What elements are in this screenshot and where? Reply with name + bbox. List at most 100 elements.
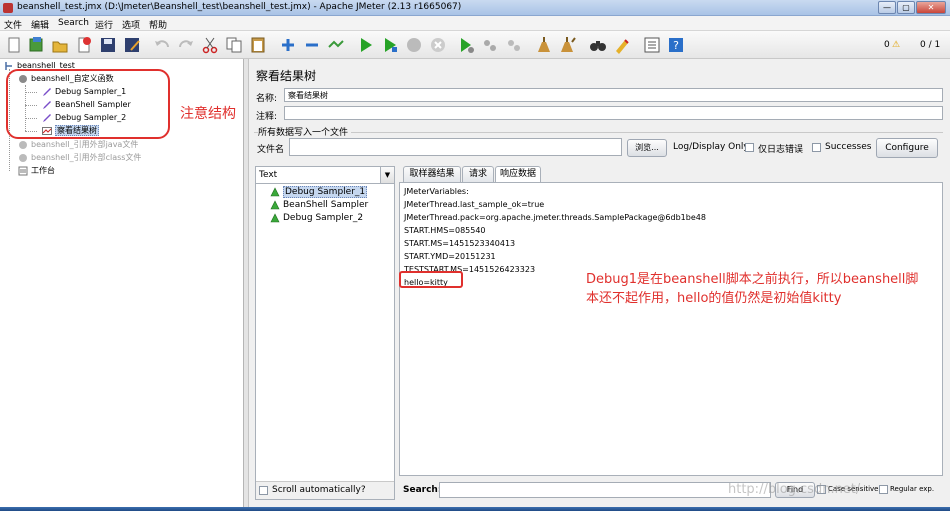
toggle-icon[interactable] xyxy=(326,35,346,55)
success-triangle-icon xyxy=(270,199,280,210)
errors-only-checkbox[interactable] xyxy=(745,143,754,152)
thread-group-icon xyxy=(18,140,28,150)
thread-count: 0 / 1 xyxy=(920,40,941,50)
window-title: beanshell_test.jmx (D:\Jmeter\Beanshell_… xyxy=(17,2,462,12)
tab-sampler-result[interactable]: 取样器结果 xyxy=(403,166,461,182)
warning-icon[interactable]: ⚠ xyxy=(892,40,900,50)
comment-label: 注释: xyxy=(256,112,278,122)
menu-help[interactable]: 帮助 xyxy=(149,18,167,31)
result-item-debug-sampler-1[interactable]: Debug Sampler_1 xyxy=(270,186,368,198)
page-title: 察看结果树 xyxy=(256,69,317,83)
svg-text:?: ? xyxy=(673,39,679,52)
undo-icon[interactable] xyxy=(152,35,172,55)
regular-exp-checkbox[interactable] xyxy=(879,485,888,494)
close-file-icon[interactable] xyxy=(74,35,94,55)
thread-group-icon xyxy=(18,153,28,163)
help-icon[interactable]: ? xyxy=(666,35,686,55)
warning-count: 0 xyxy=(884,40,890,50)
comment-field[interactable] xyxy=(284,106,943,120)
response-line: JMeterThread.last_sample_ok=true xyxy=(404,200,545,209)
menu-edit[interactable]: 编辑 xyxy=(31,18,49,31)
result-tabs: 取样器结果 请求 响应数据 JMeterVariables: JMeterThr… xyxy=(399,166,943,500)
maximize-button[interactable]: ▢ xyxy=(897,1,915,14)
paste-icon[interactable] xyxy=(248,35,268,55)
new-icon[interactable] xyxy=(4,35,24,55)
response-annotation: Debug1是在beanshell脚本之前执行，所以beanshell脚本还不起… xyxy=(586,272,919,306)
tree-item-java-file[interactable]: beanshell_引用外部java文件 xyxy=(18,139,138,151)
search-binoculars-icon[interactable] xyxy=(588,35,608,55)
log-display-label: Log/Display Only: xyxy=(673,142,752,152)
start-icon[interactable] xyxy=(356,35,376,55)
response-line: JMeterVariables: xyxy=(404,187,469,196)
annotation-box xyxy=(6,69,170,139)
menu-run[interactable]: 运行 xyxy=(95,18,113,31)
successes-checkbox[interactable] xyxy=(812,143,821,152)
clear-icon[interactable] xyxy=(534,35,554,55)
collapse-icon[interactable] xyxy=(302,35,322,55)
copy-icon[interactable] xyxy=(224,35,244,55)
view-results-tree-panel: 察看结果树 名称: 察看结果树 注释: 所有数据写入一个文件 文件名 浏览...… xyxy=(249,59,950,507)
minimize-button[interactable]: — xyxy=(878,1,896,14)
os-taskbar xyxy=(0,507,950,511)
menu-bar: 文件 编辑 Search 运行 选项 帮助 xyxy=(0,16,950,31)
response-data-area[interactable]: JMeterVariables: JMeterThread.last_sampl… xyxy=(399,182,943,476)
save-as-icon[interactable] xyxy=(122,35,142,55)
redo-icon[interactable] xyxy=(176,35,196,55)
search-label: Search: xyxy=(403,485,442,495)
response-line: START.HMS=085540 xyxy=(404,226,486,235)
response-line: START.YMD=20151231 xyxy=(404,252,496,261)
menu-file[interactable]: 文件 xyxy=(4,18,22,31)
success-triangle-icon xyxy=(270,212,280,223)
annotation-text: 注意结构 xyxy=(180,106,236,122)
name-field[interactable]: 察看结果树 xyxy=(284,88,943,102)
configure-button[interactable]: Configure xyxy=(876,138,938,158)
search-input[interactable] xyxy=(439,482,771,498)
templates-icon[interactable] xyxy=(26,35,46,55)
toolbar: ? 0 ⚠ 0 / 1 xyxy=(0,31,950,59)
tree-item-workbench[interactable]: 工作台 xyxy=(18,165,55,177)
workbench-icon xyxy=(18,166,28,176)
scroll-auto-checkbox[interactable] xyxy=(259,486,268,495)
name-label: 名称: xyxy=(256,94,278,104)
clear-all-icon[interactable] xyxy=(558,35,578,55)
success-triangle-icon xyxy=(270,186,280,197)
result-item-debug-sampler-2[interactable]: Debug Sampler_2 xyxy=(270,212,363,224)
function-helper-icon[interactable] xyxy=(642,35,662,55)
test-plan-tree: beanshell_test beanshell_自定义函数 Debug Sam… xyxy=(0,59,244,507)
tree-item-class-file[interactable]: beanshell_引用外部class文件 xyxy=(18,152,141,164)
filename-label: 文件名 xyxy=(257,145,285,155)
chevron-down-icon[interactable]: ▼ xyxy=(380,167,394,183)
search-row: Search: Find Case sensitive Regular exp. xyxy=(399,480,943,500)
watermark: http://blog.csdn.net/ xyxy=(728,482,861,497)
close-button[interactable]: ✕ xyxy=(916,1,946,14)
shutdown-icon[interactable] xyxy=(428,35,448,55)
regular-exp-label: Regular exp. xyxy=(890,485,935,493)
browse-button[interactable]: 浏览... xyxy=(627,139,667,157)
response-line: START.MS=1451523340413 xyxy=(404,239,516,248)
results-list: Text ▼ Debug Sampler_1 BeanShell Sampler… xyxy=(255,166,395,500)
highlight-box xyxy=(399,271,463,288)
stop-icon[interactable] xyxy=(404,35,424,55)
menu-search[interactable]: Search xyxy=(58,18,89,28)
filename-field[interactable] xyxy=(289,138,622,156)
errors-only-label: 仅日志错误 xyxy=(758,145,804,155)
jmeter-app-icon xyxy=(3,3,13,13)
reset-search-icon[interactable] xyxy=(612,35,632,55)
menu-options[interactable]: 选项 xyxy=(122,18,140,31)
start-no-pause-icon[interactable] xyxy=(380,35,400,55)
remote-shutdown-icon[interactable] xyxy=(504,35,524,55)
renderer-select[interactable]: Text ▼ xyxy=(256,167,394,184)
remote-start-icon[interactable] xyxy=(456,35,476,55)
open-icon[interactable] xyxy=(50,35,70,55)
response-line: JMeterThread.pack=org.apache.jmeter.thre… xyxy=(404,213,706,222)
successes-label: Successes xyxy=(825,142,872,152)
window-title-bar: beanshell_test.jmx (D:\Jmeter\Beanshell_… xyxy=(0,0,950,16)
expand-icon[interactable] xyxy=(278,35,298,55)
tab-response-data[interactable]: 响应数据 xyxy=(495,166,541,183)
write-to-file-group-title: 所有数据写入一个文件 xyxy=(258,125,352,138)
cut-icon[interactable] xyxy=(200,35,220,55)
save-icon[interactable] xyxy=(98,35,118,55)
tab-request[interactable]: 请求 xyxy=(462,166,494,182)
remote-stop-icon[interactable] xyxy=(480,35,500,55)
result-item-beanshell-sampler[interactable]: BeanShell Sampler xyxy=(270,199,368,211)
